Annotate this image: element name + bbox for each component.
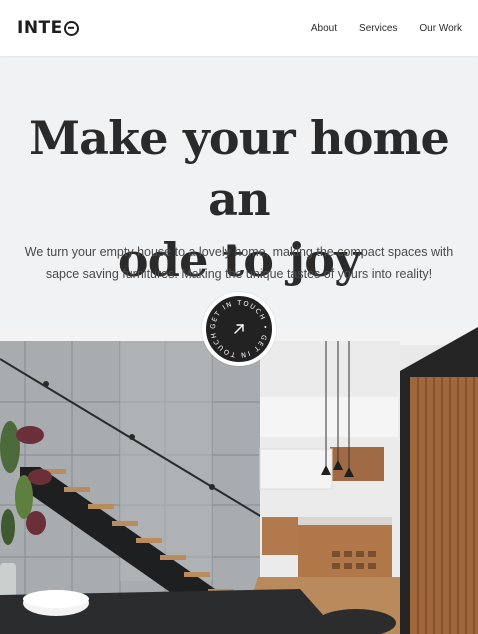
nav-link-services[interactable]: Services bbox=[359, 23, 397, 34]
logo-text: INTE bbox=[17, 18, 63, 38]
badge-ring-text: GET IN TOUCH • GET IN TOUCH • bbox=[202, 292, 269, 359]
hero-subtitle-line-2: sapce saving furnitures. Making the uniq… bbox=[45, 267, 433, 281]
interior-illustration bbox=[0, 327, 478, 634]
main-nav: About Services Our Work bbox=[311, 23, 462, 34]
hero-interior-photo bbox=[0, 327, 478, 634]
get-in-touch-badge[interactable]: GET IN TOUCH • GET IN TOUCH • bbox=[202, 292, 276, 366]
nav-link-about[interactable]: About bbox=[311, 23, 337, 34]
brand-logo[interactable]: INTE bbox=[17, 18, 79, 38]
hero-subtitle: We turn your empty house to a lovely hom… bbox=[20, 241, 458, 285]
hero-subtitle-line-1: We turn your empty house to a lovely hom… bbox=[24, 245, 454, 259]
site-header: INTE About Services Our Work bbox=[0, 0, 478, 56]
badge-graphic: GET IN TOUCH • GET IN TOUCH • bbox=[202, 292, 269, 359]
hero-title-line-1: Make your home an bbox=[29, 111, 450, 226]
logo-o-mark bbox=[63, 20, 79, 36]
arrow-up-right-icon bbox=[234, 324, 244, 334]
nav-link-our-work[interactable]: Our Work bbox=[419, 23, 462, 34]
